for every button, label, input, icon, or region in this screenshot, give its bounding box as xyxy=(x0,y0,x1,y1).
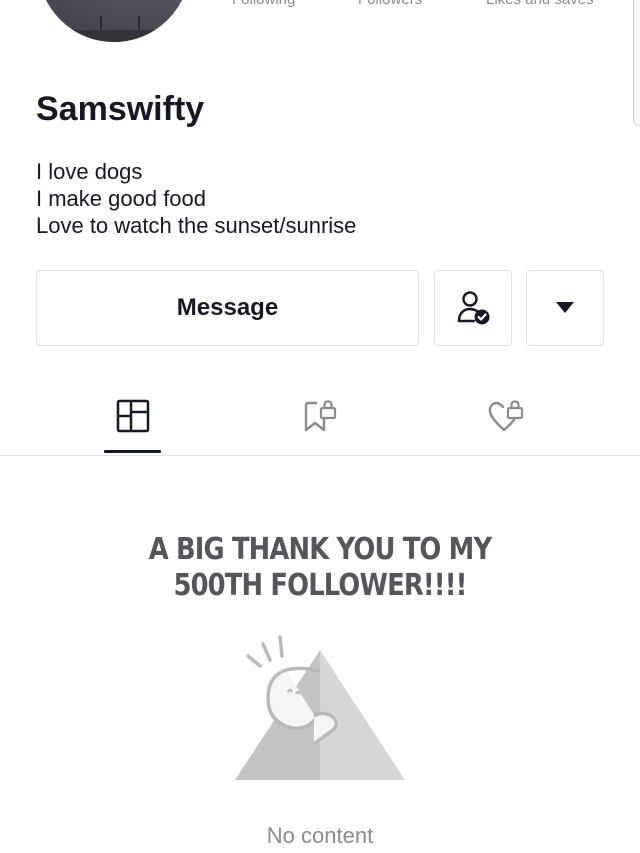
announcement-line: 500TH FOLLOWER!!!! xyxy=(173,568,467,603)
likes-saves-label[interactable]: Likes and saves xyxy=(486,0,594,8)
active-tab-indicator xyxy=(104,450,161,453)
avatar-ground xyxy=(38,30,190,42)
heart-lock-icon xyxy=(488,400,524,432)
no-content-label: No content xyxy=(266,823,374,848)
followers-label[interactable]: Followers xyxy=(358,0,422,8)
username: Samswifty xyxy=(36,90,205,128)
tab-saved[interactable] xyxy=(290,378,350,454)
scroll-indicator xyxy=(633,0,640,126)
grid-icon xyxy=(116,399,150,433)
message-button-label: Message xyxy=(176,294,279,321)
empty-state-illustration xyxy=(235,635,405,780)
user-check-icon xyxy=(457,291,490,325)
tab-videos[interactable] xyxy=(103,378,163,454)
avatar-pole xyxy=(138,16,140,30)
bookmark-lock-icon xyxy=(304,400,337,432)
more-options-button[interactable] xyxy=(526,270,604,346)
bio: I love dogs I make good food Love to wat… xyxy=(36,158,356,239)
bio-line: I love dogs xyxy=(36,159,143,184)
caret-down-icon xyxy=(556,302,574,313)
following-label[interactable]: Following xyxy=(232,0,295,8)
profile-tabs xyxy=(0,378,640,456)
bio-line: Love to watch the sunset/sunrise xyxy=(36,213,357,238)
announcement-line: A BIG THANK YOU TO MY xyxy=(148,532,492,567)
following-status-button[interactable] xyxy=(434,270,512,346)
announcement-text: A BIG THANK YOU TO MY 500TH FOLLOWER!!!! xyxy=(45,532,595,604)
bio-line: I make good food xyxy=(36,186,207,211)
avatar[interactable] xyxy=(38,0,190,42)
message-button[interactable]: Message xyxy=(36,270,419,346)
avatar-pole xyxy=(100,16,102,30)
tab-liked[interactable] xyxy=(476,378,536,454)
profile-page: Following Followers Likes and saves Sams… xyxy=(0,0,640,853)
